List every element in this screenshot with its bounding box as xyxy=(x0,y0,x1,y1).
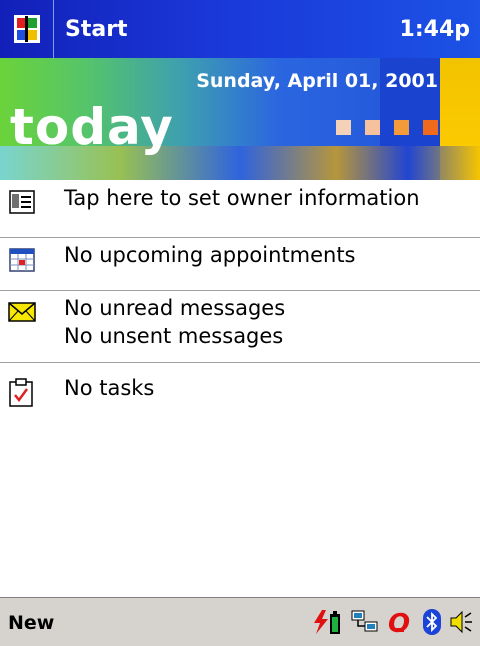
owner-info-item[interactable]: Tap here to set owner information xyxy=(0,184,480,234)
unread-messages-text: No unread messages xyxy=(64,296,286,320)
clock[interactable]: 1:44p xyxy=(400,17,470,42)
tasks-text: No tasks xyxy=(64,376,155,400)
accent-square-4 xyxy=(423,120,438,135)
bluetooth-icon[interactable] xyxy=(422,608,442,636)
calendar-icon xyxy=(9,248,35,272)
new-button[interactable]: New xyxy=(8,612,54,634)
divider xyxy=(0,290,480,291)
network-icon[interactable] xyxy=(350,608,380,636)
command-bar: New O xyxy=(0,597,480,646)
today-title: today xyxy=(10,98,174,156)
messages-item[interactable]: No unread messages No unsent messages xyxy=(0,294,480,358)
accent-squares xyxy=(336,120,438,135)
appointments-text: No upcoming appointments xyxy=(64,243,356,267)
tasks-clipboard-icon xyxy=(9,378,33,407)
battery-charging-icon[interactable] xyxy=(310,608,344,636)
start-menu-button[interactable] xyxy=(0,0,54,58)
unsent-messages-text: No unsent messages xyxy=(64,324,284,348)
tasks-item[interactable]: No tasks xyxy=(0,374,480,414)
accent-square-3 xyxy=(394,120,409,135)
owner-card-icon xyxy=(9,190,35,214)
opera-icon[interactable]: O xyxy=(386,608,416,636)
start-label[interactable]: Start xyxy=(65,17,128,42)
appointments-item[interactable]: No upcoming appointments xyxy=(0,241,480,287)
accent-square-1 xyxy=(336,120,351,135)
today-banner[interactable]: Sunday, April 01, 2001 today xyxy=(0,58,480,180)
date-label: Sunday, April 01, 2001 xyxy=(196,70,438,92)
divider xyxy=(0,362,480,363)
windows-flag-icon xyxy=(13,15,40,43)
owner-info-text: Tap here to set owner information xyxy=(64,186,420,210)
divider xyxy=(0,237,480,238)
system-tray: O xyxy=(310,608,474,636)
title-bar: Start 1:44p xyxy=(0,0,480,58)
envelope-icon xyxy=(8,302,36,322)
speaker-icon[interactable] xyxy=(448,608,474,636)
accent-square-2 xyxy=(365,120,380,135)
